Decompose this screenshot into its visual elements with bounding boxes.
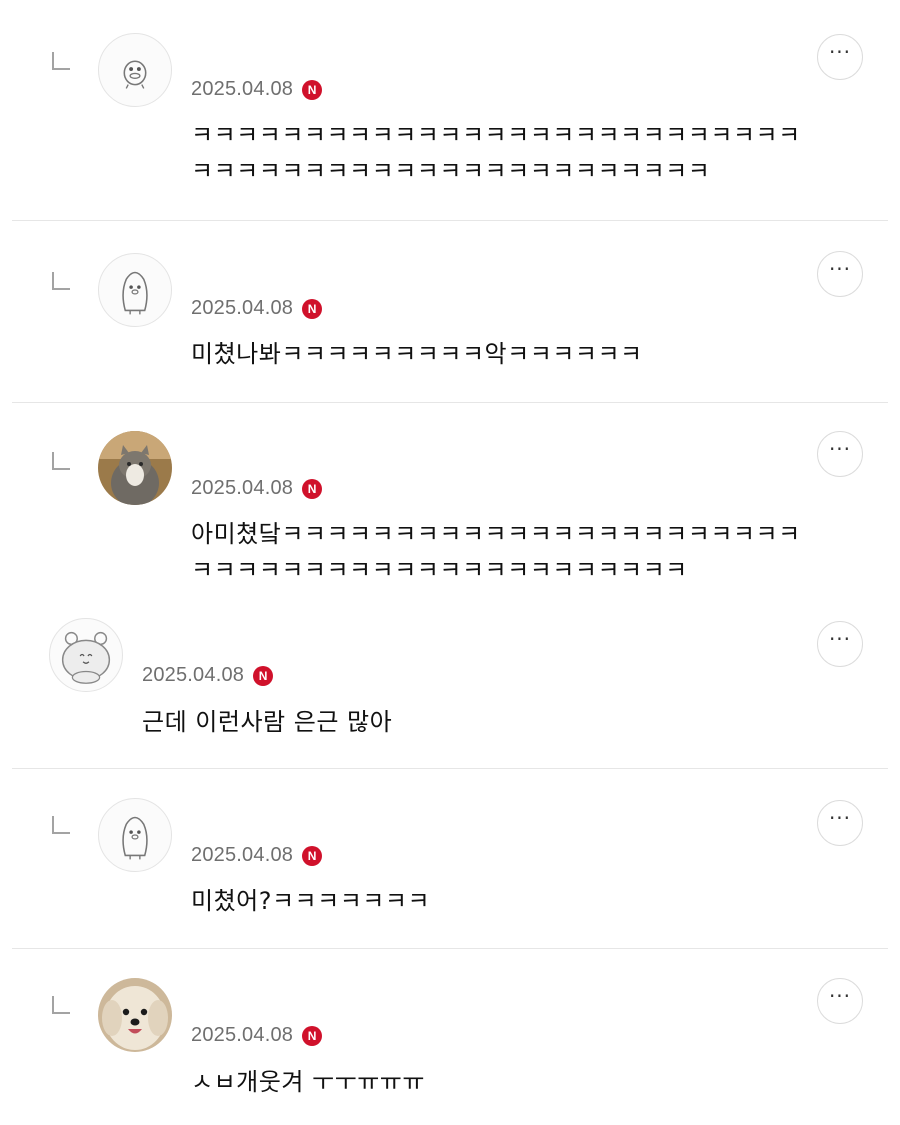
penguin-character-icon[interactable]	[98, 798, 172, 872]
more-icon: ···	[828, 984, 852, 1008]
cat-photo-icon[interactable]	[98, 431, 172, 505]
comment-meta: 2025.04.08 N	[191, 1024, 323, 1047]
comment-item: 2025.04.08 N ㅋㅋㅋㅋㅋㅋㅋㅋㅋㅋㅋㅋㅋㅋㅋㅋㅋㅋㅋㅋㅋㅋㅋㅋㅋㅋㅋ…	[0, 0, 900, 220]
new-badge: N	[302, 478, 323, 499]
comment-date: 2025.04.08	[191, 1024, 294, 1046]
comment-text: 근데 이런사람 은근 많아	[142, 708, 393, 736]
comment-text: 미쳤나봐ㅋㅋㅋㅋㅋㅋㅋㅋㅋ악ㅋㅋㅋㅋㅋㅋ	[191, 340, 643, 368]
more-icon: ···	[828, 437, 852, 461]
comment-item: 2025.04.08 N ㅅㅂ개웃겨 ㅜㅜㅠㅠㅠ ···	[0, 948, 900, 1125]
comment-date: 2025.04.08	[191, 297, 294, 319]
reply-indent-icon	[52, 996, 70, 1014]
comment-date: 2025.04.08	[191, 477, 294, 499]
comment-date: 2025.04.08	[191, 844, 294, 866]
comment-item: 2025.04.08 N 미쳤나봐ㅋㅋㅋㅋㅋㅋㅋㅋㅋ악ㅋㅋㅋㅋㅋㅋ ···	[0, 220, 900, 402]
comment-meta: 2025.04.08 N	[191, 844, 323, 867]
more-options-button[interactable]: ···	[817, 251, 863, 297]
duck-character-icon[interactable]	[98, 33, 172, 107]
dog-photo-icon[interactable]	[98, 978, 172, 1052]
more-options-button[interactable]: ···	[817, 978, 863, 1024]
penguin-character-icon[interactable]	[98, 253, 172, 327]
more-icon: ···	[828, 806, 852, 830]
new-badge: N	[302, 1025, 323, 1046]
more-options-button[interactable]: ···	[817, 621, 863, 667]
more-icon: ···	[828, 257, 852, 281]
comment-meta: 2025.04.08 N	[191, 297, 323, 320]
new-badge: N	[253, 665, 274, 686]
comment-item: 2025.04.08 N 아미쳤닼ㅋㅋㅋㅋㅋㅋㅋㅋㅋㅋㅋㅋㅋㅋㅋㅋㅋㅋㅋㅋㅋㅋㅋ…	[0, 402, 900, 596]
comment-date: 2025.04.08	[191, 78, 294, 100]
comment-text: 미쳤어?ㅋㅋㅋㅋㅋㅋㅋ	[191, 887, 431, 915]
reply-indent-icon	[52, 816, 70, 834]
comment-meta: 2025.04.08 N	[191, 78, 323, 101]
reply-indent-icon	[52, 272, 70, 290]
new-badge: N	[302, 845, 323, 866]
comment-meta: 2025.04.08 N	[142, 664, 274, 687]
comment-text: ㅋㅋㅋㅋㅋㅋㅋㅋㅋㅋㅋㅋㅋㅋㅋㅋㅋㅋㅋㅋㅋㅋㅋㅋㅋㅋㅋ ㅋㅋㅋㅋㅋㅋㅋㅋㅋㅋㅋㅋ…	[191, 121, 801, 185]
more-icon: ···	[828, 627, 852, 651]
comment-item: 2025.04.08 N 근데 이런사람 은근 많아 ···	[0, 596, 900, 768]
more-icon: ···	[828, 40, 852, 64]
more-options-button[interactable]: ···	[817, 431, 863, 477]
comment-item: 2025.04.08 N 미쳤어?ㅋㅋㅋㅋㅋㅋㅋ ···	[0, 768, 900, 948]
reply-indent-icon	[52, 452, 70, 470]
comment-date: 2025.04.08	[142, 664, 245, 686]
reply-indent-icon	[52, 52, 70, 70]
comment-text: 아미쳤닼ㅋㅋㅋㅋㅋㅋㅋㅋㅋㅋㅋㅋㅋㅋㅋㅋㅋㅋㅋㅋㅋㅋㅋ ㅋㅋㅋㅋㅋㅋㅋㅋㅋㅋㅋㅋ…	[191, 520, 801, 584]
hamster-character-icon[interactable]	[49, 618, 123, 692]
comment-text: ㅅㅂ개웃겨 ㅜㅜㅠㅠㅠ	[191, 1068, 425, 1096]
new-badge: N	[302, 79, 323, 100]
more-options-button[interactable]: ···	[817, 34, 863, 80]
more-options-button[interactable]: ···	[817, 800, 863, 846]
new-badge: N	[302, 298, 323, 319]
comment-meta: 2025.04.08 N	[191, 477, 323, 500]
